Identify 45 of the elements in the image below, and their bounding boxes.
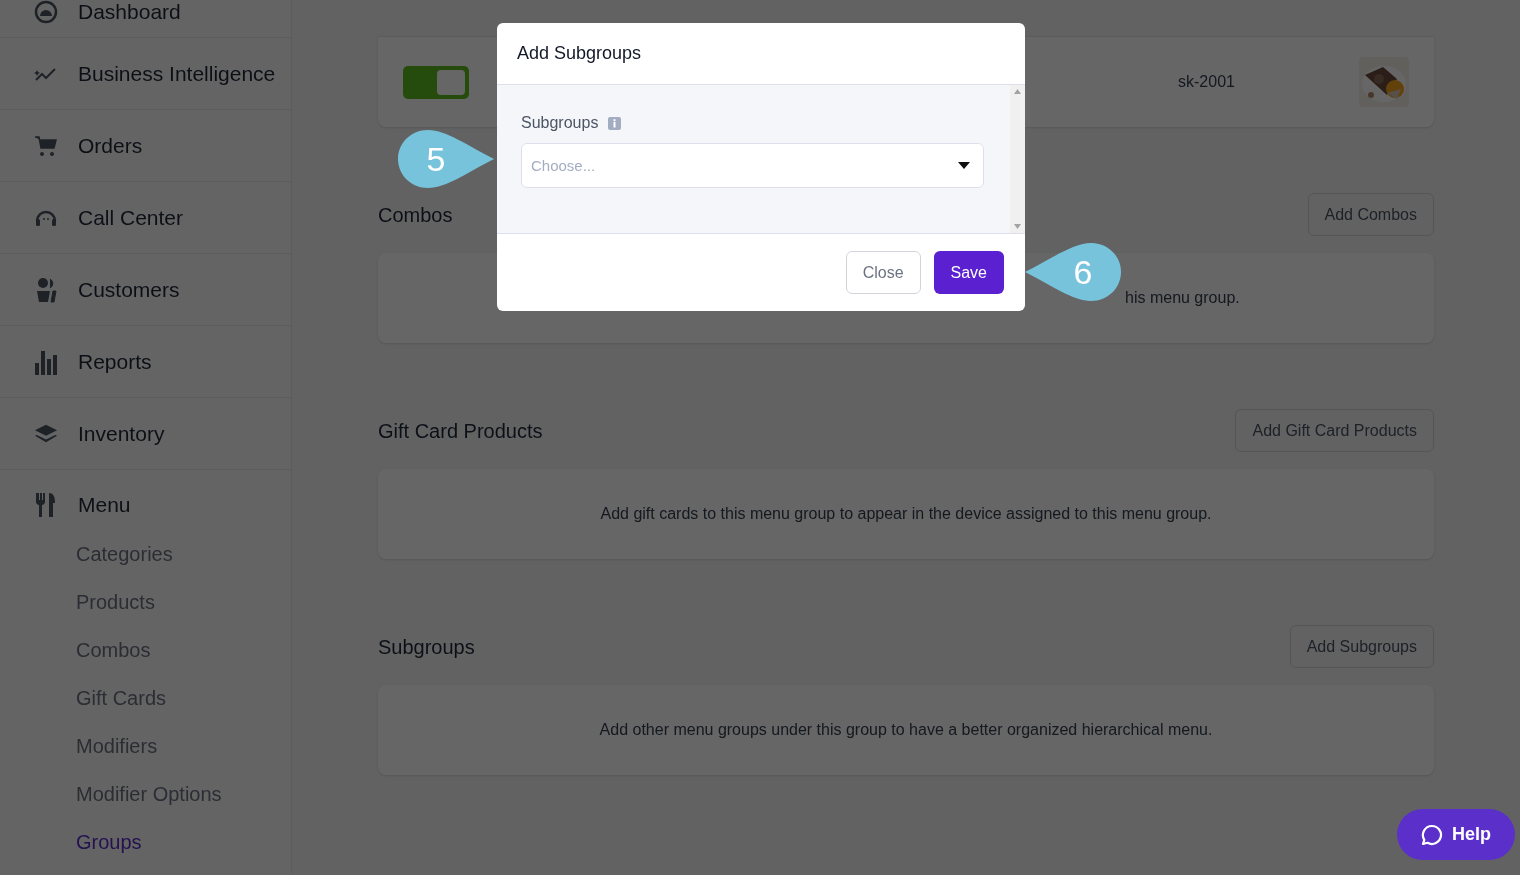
- scroll-up-icon[interactable]: [1014, 89, 1021, 94]
- submenu-item[interactable]: Products: [76, 588, 291, 616]
- submenu-item[interactable]: Gift Cards: [76, 684, 291, 712]
- sidebar-item[interactable]: Call Center: [78, 201, 184, 234]
- sidebar-item[interactable]: Inventory: [78, 417, 165, 450]
- dashboard-icon: [34, 0, 58, 25]
- section-title: Subgroups: [378, 634, 475, 660]
- cutlery-icon: [35, 492, 57, 518]
- add-button[interactable]: Add Subgroups: [1289, 625, 1434, 668]
- step-callout: 5: [398, 130, 494, 188]
- sku-text: sk-2001: [1178, 72, 1235, 92]
- bar-chart-icon: [34, 348, 58, 375]
- sidebar-item[interactable]: Reports: [78, 345, 152, 378]
- sidebar-item[interactable]: Orders: [78, 129, 143, 162]
- sidebar-item[interactable]: Menu: [78, 489, 131, 521]
- save-button[interactable]: Save: [933, 251, 1004, 294]
- cart-icon: [34, 133, 58, 158]
- sidebar-item[interactable]: Customers: [78, 273, 180, 306]
- info-icon[interactable]: [608, 116, 622, 130]
- caret-icon: [958, 162, 970, 169]
- users-icon: [34, 276, 58, 303]
- add-button[interactable]: Add Gift Card Products: [1235, 409, 1434, 452]
- close-button[interactable]: Close: [845, 251, 921, 294]
- empty-message: Add other menu groups under this group to have a better organized hierarchical menu.: [599, 720, 1213, 740]
- sidebar-item[interactable]: Business Intelligence: [78, 57, 276, 90]
- empty-message: Add gift cards to this menu group to appear in the device assigned to this menu group.: [600, 504, 1212, 524]
- modal-title: Add Subgroups: [517, 42, 642, 65]
- empty-message: his menu group.: [1125, 288, 1240, 308]
- submenu-item[interactable]: Combos: [76, 636, 291, 664]
- submenu-item[interactable]: Modifiers: [76, 732, 291, 760]
- sidebar-item[interactable]: Dashboard: [78, 0, 181, 28]
- add-button[interactable]: Add Combos: [1307, 193, 1434, 236]
- scrollbar[interactable]: [1010, 85, 1025, 233]
- section-title: Gift Card Products: [378, 418, 543, 444]
- toggle-switch[interactable]: [403, 65, 469, 99]
- section-title: Combos: [378, 202, 453, 228]
- scroll-down-icon[interactable]: [1014, 224, 1021, 229]
- submenu-item[interactable]: Categories: [76, 540, 291, 568]
- submenu-item[interactable]: Modifier Options: [76, 780, 291, 808]
- help-button[interactable]: Help: [1397, 809, 1515, 860]
- chat-bubble-icon: [1421, 823, 1443, 846]
- field-label: Subgroups: [521, 113, 599, 133]
- select-field[interactable]: Choose...: [521, 143, 984, 188]
- submenu-item[interactable]: Groups: [76, 828, 291, 856]
- step-callout: 6: [1025, 243, 1121, 301]
